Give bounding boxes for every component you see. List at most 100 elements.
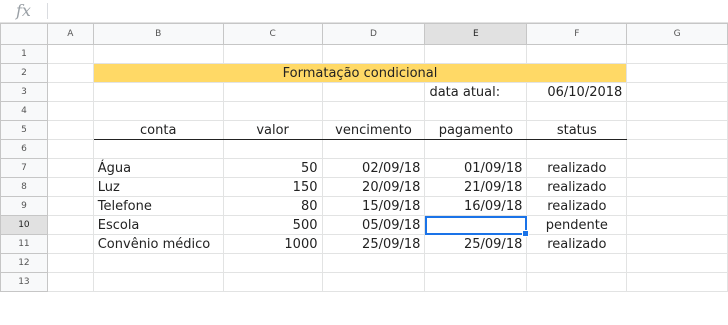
cell-conta[interactable]: Água	[92, 158, 224, 178]
cell[interactable]	[424, 139, 528, 159]
cell-conta[interactable]: Luz	[92, 177, 224, 197]
cell[interactable]	[92, 82, 224, 102]
sheet-title[interactable]: Formatação condicional	[92, 63, 628, 83]
cell[interactable]	[222, 272, 323, 292]
cell[interactable]	[222, 253, 323, 273]
cell[interactable]	[424, 272, 528, 292]
cell-vencimento[interactable]: 02/09/18	[321, 158, 426, 178]
cell-pagamento[interactable]: 21/09/18	[424, 177, 528, 197]
row-header-13[interactable]: 13	[0, 272, 48, 292]
cell[interactable]	[92, 44, 224, 64]
header-conta[interactable]: conta	[92, 120, 224, 140]
cell[interactable]	[526, 272, 628, 292]
row-header-11[interactable]: 11	[0, 234, 48, 254]
row-header-3[interactable]: 3	[0, 82, 48, 102]
column-header-c[interactable]: C	[222, 23, 323, 45]
cell[interactable]	[526, 44, 628, 64]
cell-status[interactable]: realizado	[526, 196, 628, 216]
cell[interactable]	[92, 101, 224, 121]
cell-conta[interactable]: Convênio médico	[92, 234, 224, 254]
column-header-e[interactable]: E	[424, 23, 528, 45]
row-header-1[interactable]: 1	[0, 44, 48, 64]
cell[interactable]	[46, 44, 94, 64]
cell[interactable]	[526, 139, 628, 159]
cell[interactable]	[46, 82, 94, 102]
column-header-g[interactable]: G	[626, 23, 728, 45]
cell-vencimento[interactable]: 15/09/18	[321, 196, 426, 216]
cell[interactable]	[321, 44, 426, 64]
cell[interactable]	[321, 101, 426, 121]
cell-valor[interactable]: 80	[222, 196, 323, 216]
cell[interactable]	[321, 272, 426, 292]
row-header-9[interactable]: 9	[0, 196, 48, 216]
cell-status[interactable]: pendente	[526, 215, 628, 235]
cell-pagamento-selected[interactable]	[424, 215, 530, 237]
cell[interactable]	[626, 234, 728, 254]
cell[interactable]	[222, 44, 323, 64]
cell-pagamento[interactable]: 16/09/18	[424, 196, 528, 216]
cell-valor[interactable]: 150	[222, 177, 323, 197]
cell[interactable]	[46, 101, 94, 121]
cell[interactable]	[626, 158, 728, 178]
cell[interactable]	[321, 82, 426, 102]
cell[interactable]	[222, 101, 323, 121]
formula-input[interactable]	[56, 2, 716, 20]
row-header-10[interactable]: 10	[0, 215, 48, 235]
cell[interactable]	[46, 177, 94, 197]
cell[interactable]	[321, 253, 426, 273]
cell-valor[interactable]: 500	[222, 215, 323, 235]
cell[interactable]	[46, 272, 94, 292]
cell-vencimento[interactable]: 20/09/18	[321, 177, 426, 197]
cell-status[interactable]: realizado	[526, 177, 628, 197]
cell[interactable]	[92, 139, 224, 159]
cell[interactable]	[626, 120, 728, 140]
cell[interactable]	[424, 44, 528, 64]
select-all-corner[interactable]	[0, 23, 48, 45]
cell-valor[interactable]: 1000	[222, 234, 323, 254]
row-header-5[interactable]: 5	[0, 120, 48, 140]
cell[interactable]	[526, 253, 628, 273]
cell-vencimento[interactable]: 25/09/18	[321, 234, 426, 254]
cell[interactable]	[46, 196, 94, 216]
cell[interactable]	[92, 272, 224, 292]
column-header-b[interactable]: B	[92, 23, 224, 45]
cell-pagamento[interactable]: 01/09/18	[424, 158, 528, 178]
date-label[interactable]: data atual:	[424, 82, 528, 102]
cell[interactable]	[626, 101, 728, 121]
cell-valor[interactable]: 50	[222, 158, 323, 178]
cell-conta[interactable]: Escola	[92, 215, 224, 235]
header-valor[interactable]: valor	[222, 120, 323, 140]
header-pagamento[interactable]: pagamento	[424, 120, 528, 140]
header-status[interactable]: status	[526, 120, 628, 140]
row-header-6[interactable]: 6	[0, 139, 48, 159]
row-header-12[interactable]: 12	[0, 253, 48, 273]
cell[interactable]	[222, 82, 323, 102]
header-vencimento[interactable]: vencimento	[321, 120, 426, 140]
cell[interactable]	[424, 101, 528, 121]
cell-status[interactable]: realizado	[526, 158, 628, 178]
cell[interactable]	[46, 120, 94, 140]
cell[interactable]	[626, 139, 728, 159]
cell[interactable]	[626, 215, 728, 235]
cell-conta[interactable]: Telefone	[92, 196, 224, 216]
cell[interactable]	[526, 101, 628, 121]
row-header-4[interactable]: 4	[0, 101, 48, 121]
cell[interactable]	[46, 253, 94, 273]
cell[interactable]	[424, 253, 528, 273]
cell[interactable]	[626, 253, 728, 273]
cell-vencimento[interactable]: 05/09/18	[321, 215, 426, 235]
cell-status[interactable]: realizado	[526, 234, 628, 254]
row-header-8[interactable]: 8	[0, 177, 48, 197]
cell[interactable]	[222, 139, 323, 159]
cell[interactable]	[626, 177, 728, 197]
cell[interactable]	[321, 139, 426, 159]
row-header-2[interactable]: 2	[0, 63, 48, 83]
cell[interactable]	[92, 253, 224, 273]
cell-pagamento[interactable]: 25/09/18	[424, 234, 528, 254]
date-value[interactable]: 06/10/2018	[526, 82, 628, 102]
cell[interactable]	[46, 63, 94, 83]
fill-handle[interactable]	[522, 230, 530, 237]
cell[interactable]	[626, 63, 728, 83]
column-header-d[interactable]: D	[321, 23, 426, 45]
cell[interactable]	[626, 82, 728, 102]
